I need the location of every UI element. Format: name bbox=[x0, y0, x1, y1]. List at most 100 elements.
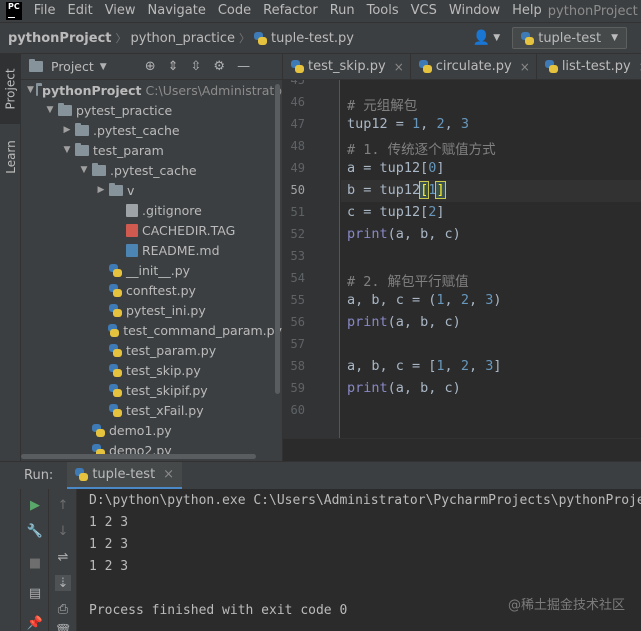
tree-item[interactable]: demo1.py bbox=[21, 420, 282, 440]
tree-item-label: pythonProject bbox=[42, 82, 142, 98]
tree-item[interactable]: ▶ v bbox=[21, 180, 282, 200]
menu-help[interactable]: Help bbox=[506, 0, 548, 22]
tree-item-label: pytest_practice bbox=[76, 102, 173, 118]
close-icon[interactable]: × bbox=[520, 60, 530, 74]
tree-item[interactable]: ▼ test_param bbox=[21, 140, 282, 160]
python-file-icon bbox=[521, 31, 535, 45]
breadcrumb-file[interactable]: tuple-test.py bbox=[254, 31, 354, 46]
code-line[interactable]: tup12 = 1, 2, 3 bbox=[347, 116, 469, 132]
close-icon[interactable]: × bbox=[163, 467, 174, 482]
tree-item-label: .pytest_cache bbox=[110, 162, 197, 178]
menu-view[interactable]: View bbox=[99, 0, 142, 22]
menu-vcs[interactable]: VCS bbox=[405, 0, 443, 22]
breadcrumb-project[interactable]: pythonProject bbox=[8, 31, 112, 46]
menu-tools[interactable]: Tools bbox=[361, 0, 405, 22]
breadcrumb-folder[interactable]: python_practice bbox=[131, 31, 236, 46]
learn-tool-tab[interactable]: Learn bbox=[0, 132, 21, 182]
tree-item[interactable]: ▶ .pytest_cache bbox=[21, 120, 282, 140]
expand-all-icon[interactable]: ⇕ bbox=[168, 59, 179, 74]
tree-item[interactable]: test_command_param.py bbox=[21, 320, 282, 340]
tree-item[interactable]: pytest_ini.py bbox=[21, 300, 282, 320]
tree-item[interactable]: README.md bbox=[21, 240, 282, 260]
code-line[interactable]: # 元组解包 bbox=[347, 94, 417, 114]
pycharm-logo-icon: PC bbox=[6, 2, 22, 20]
wrench-icon[interactable]: 🔧 bbox=[27, 523, 43, 539]
tree-item[interactable]: ▼ .pytest_cache bbox=[21, 160, 282, 180]
tree-item-label: README.md bbox=[142, 242, 220, 258]
folder-icon bbox=[29, 59, 43, 72]
locate-icon[interactable]: ⊕ bbox=[145, 59, 156, 74]
code-line[interactable]: a = tup12[0] bbox=[347, 160, 445, 176]
code-line[interactable]: print(a, b, c) bbox=[347, 380, 461, 396]
trash-icon[interactable]: 🗑 bbox=[55, 623, 72, 631]
code-line[interactable]: c = tup12[2] bbox=[347, 204, 445, 220]
tree-item-label: .pytest_cache bbox=[93, 122, 180, 138]
scroll-to-end-icon[interactable]: ⇣ bbox=[55, 575, 71, 591]
tree-item[interactable]: test_skip.py bbox=[21, 360, 282, 380]
chevron-down-icon[interactable]: ▼ bbox=[44, 105, 56, 115]
menu-file[interactable]: File bbox=[28, 0, 62, 22]
chevron-right-icon[interactable]: ▶ bbox=[61, 125, 73, 135]
chevron-down-icon[interactable]: ▼ bbox=[61, 145, 73, 155]
tree-item[interactable]: test_skipif.py bbox=[21, 380, 282, 400]
project-panel-title[interactable]: Project bbox=[51, 59, 94, 74]
stop-icon[interactable]: ■ bbox=[27, 555, 43, 571]
soft-wrap-icon[interactable]: ⇌ bbox=[55, 549, 71, 565]
menu-refactor[interactable]: Refactor bbox=[257, 0, 324, 22]
project-tool-tab[interactable]: Project bbox=[0, 54, 21, 124]
run-configuration-select[interactable]: tuple-test ▼ bbox=[512, 27, 627, 49]
menu-run[interactable]: Run bbox=[324, 0, 361, 22]
breadcrumb-file-label: tuple-test.py bbox=[271, 30, 354, 46]
tree-item[interactable]: conftest.py bbox=[21, 280, 282, 300]
tab-list-test[interactable]: list-test.py × bbox=[537, 54, 641, 79]
console-line: D:\python\python.exe C:\Users\Administra… bbox=[89, 493, 641, 508]
collapse-all-icon[interactable]: ⇳ bbox=[191, 59, 202, 74]
console-line: 1 2 3 bbox=[89, 537, 129, 552]
line-number: 51 bbox=[290, 205, 305, 219]
run-tab-tuple-test[interactable]: tuple-test × bbox=[67, 461, 183, 490]
code-line[interactable]: b = tup12[1] bbox=[347, 181, 446, 199]
minimize-icon[interactable]: — bbox=[237, 59, 250, 74]
chevron-down-icon[interactable]: ▼ bbox=[27, 85, 34, 95]
close-icon[interactable]: × bbox=[394, 60, 404, 74]
tree-item[interactable]: __init__.py bbox=[21, 260, 282, 280]
chevron-down-icon[interactable]: ▼ bbox=[78, 165, 90, 175]
tree-item[interactable]: ▼ pytest_practice bbox=[21, 100, 282, 120]
tab-test-skip[interactable]: test_skip.py × bbox=[283, 54, 411, 79]
print-icon[interactable]: ⎙ bbox=[55, 601, 71, 617]
breadcrumb-project-label: pythonProject bbox=[8, 30, 112, 46]
layout-icon[interactable]: ▤ bbox=[27, 585, 43, 601]
tab-circulate[interactable]: circulate.py × bbox=[411, 54, 537, 79]
code-line[interactable]: # 1. 传统逐个赋值方式 bbox=[347, 138, 496, 158]
pin-icon[interactable]: 📌 bbox=[27, 615, 43, 631]
arrow-down-icon[interactable]: ↓ bbox=[55, 523, 71, 539]
gear-icon[interactable]: ⚙ bbox=[213, 59, 225, 74]
menu-navigate[interactable]: Navigate bbox=[142, 0, 212, 22]
line-number: 57 bbox=[290, 337, 305, 351]
code-line[interactable]: print(a, b, c) bbox=[347, 226, 461, 242]
menu-edit[interactable]: Edit bbox=[62, 0, 99, 22]
tree-item[interactable]: .gitignore bbox=[21, 200, 282, 220]
chevron-right-icon[interactable]: ▶ bbox=[95, 185, 107, 195]
tree-item[interactable]: ▼ pythonProject C:\Users\Administrato bbox=[21, 80, 282, 100]
line-number: 46 bbox=[290, 95, 305, 109]
menu-code[interactable]: Code bbox=[212, 0, 257, 22]
tree-item[interactable]: test_param.py bbox=[21, 340, 282, 360]
code-line[interactable]: # 2. 解包平行赋值 bbox=[347, 270, 469, 290]
python-file-icon bbox=[544, 60, 558, 73]
arrow-up-icon[interactable]: ↑ bbox=[55, 497, 71, 513]
vertical-scrollbar[interactable] bbox=[275, 84, 280, 394]
code-line[interactable]: a, b, c = (1, 2, 3) bbox=[347, 292, 502, 308]
code-editor[interactable]: 45 46 47 48 49 50 51 52 53 54 55 56 57 58 59 60 # 元组解包 t… bbox=[283, 80, 641, 438]
run-console[interactable]: D:\python\python.exe C:\Users\Administra… bbox=[77, 489, 641, 631]
user-account-button[interactable]: 👤 ▼ bbox=[473, 30, 500, 46]
code-line[interactable]: a, b, c = [1, 2, 3] bbox=[347, 358, 502, 374]
tree-item[interactable]: test_xFail.py bbox=[21, 400, 282, 420]
chevron-down-icon[interactable]: ▼ bbox=[100, 62, 107, 72]
rerun-icon[interactable]: ▶ bbox=[27, 497, 43, 513]
code-line[interactable]: print(a, b, c) bbox=[347, 314, 461, 330]
menu-window[interactable]: Window bbox=[443, 0, 506, 22]
folder-icon bbox=[75, 142, 89, 156]
horizontal-scrollbar[interactable] bbox=[21, 454, 256, 459]
tree-item[interactable]: CACHEDIR.TAG bbox=[21, 220, 282, 240]
